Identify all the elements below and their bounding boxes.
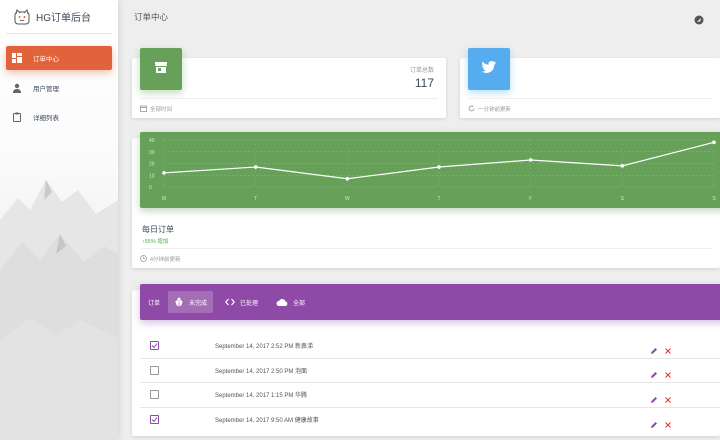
chart-footer: 4分钟前更新 [140,248,712,268]
sidebar-item-orders[interactable]: 订单中心 [6,46,112,70]
brand-title: HG订单后台 [36,13,91,24]
sidebar: HG订单后台 订单中心 用户管理 详细列表 [0,0,118,440]
person-icon [12,83,22,93]
chart-footer-text: 4分钟前更新 [150,256,181,263]
sidebar-item-users[interactable]: 用户管理 [6,77,112,99]
edit-icon[interactable] [650,391,658,403]
tab-all[interactable]: 全部 [270,291,311,313]
orders-card: 订单 未完成 已处理 全部 September 14, 2017 2:52 PM… [132,284,720,436]
x-tick-label: S [712,196,716,202]
close-icon[interactable] [664,366,672,379]
calendar-icon [140,105,147,112]
sidebar-item-label: 用户管理 [33,86,59,93]
page-title: 订单中心 [134,12,169,22]
brand[interactable]: HG订单后台 [6,0,112,34]
sidebar-nav: 订单中心 用户管理 详细列表 [0,34,118,128]
code-icon [225,297,236,307]
stat-footer: 一分钟前更新 [468,98,712,118]
store-icon [154,60,168,79]
x-tick-label: M [162,196,166,202]
clipboard-icon [12,112,22,122]
stat-icon-box [140,48,182,90]
stat-card-orders: 订单总数 117 全部时间 [132,48,446,118]
row-checkbox[interactable] [150,390,159,400]
data-point [437,165,441,169]
stat-icon-box [468,48,510,90]
sidebar-item-label: 订单中心 [33,56,59,63]
orders-label: 订单 [148,300,161,307]
edit-icon[interactable] [650,416,658,428]
data-point [528,158,533,162]
x-tick-label: W [345,196,350,202]
twitter-icon [482,60,496,78]
settings-icon[interactable] [694,12,704,25]
row-text: September 14, 2017 1:15 PM 华腾 [215,393,308,400]
y-tick-label: 40 [149,138,155,144]
stat-footer-text: 一分钟前更新 [478,106,512,113]
list-item: September 14, 2017 2:50 PM 泡面 [140,359,720,383]
brand-logo-icon [14,8,30,25]
data-point [712,140,716,145]
clock-icon [140,255,147,262]
stat-value: 117 [414,76,434,90]
list-item: September 14, 2017 2:52 PM 新鼻涕 [140,334,720,359]
row-text: September 14, 2017 2:52 PM 新鼻涕 [215,344,314,351]
stat-card-twitter: 一分钟前更新 [460,48,720,118]
edit-icon[interactable] [650,342,658,354]
close-icon[interactable] [664,342,672,354]
tab-label: 未完成 [189,300,208,307]
edit-icon[interactable] [650,366,658,379]
topbar: 订单中心 [118,0,720,34]
row-checkbox[interactable] [150,365,159,375]
orders-header: 订单 未完成 已处理 全部 [140,284,720,320]
sidebar-item-label: 详细列表 [33,115,59,122]
y-tick-label: 20 [149,162,155,168]
bug-icon [174,297,184,307]
stat-footer: 全部时间 [140,98,438,118]
data-point [162,171,166,175]
row-checkbox[interactable] [150,341,159,351]
stat-footer-text: 全部时间 [150,106,173,113]
close-icon[interactable] [664,416,672,428]
refresh-icon [468,105,475,112]
row-text: September 14, 2017 2:50 PM 泡面 [215,368,308,375]
y-tick-label: 0 [149,185,152,191]
sidebar-background-image [0,180,118,440]
list-item: September 14, 2017 9:50 AM 健康故事 [140,408,720,433]
tab-label: 已处理 [240,300,259,307]
tab-label: 全部 [293,300,306,307]
row-checkbox[interactable] [150,415,159,425]
daily-orders-card: 0 10 20 30 40 M T W T F S S 每日订单 ↑55% 增加 4分钟前更新 [132,132,720,268]
y-tick-label: 30 [149,150,155,156]
data-point [620,164,625,168]
chart-title: 每日订单 [142,225,174,234]
list-item: September 14, 2017 1:15 PM 华腾 [140,383,720,408]
x-tick-label: S [621,196,625,202]
cloud-icon [276,297,288,307]
data-point [345,176,350,181]
row-text: September 14, 2017 9:50 AM 健康故事 [215,418,319,425]
sidebar-item-details[interactable]: 详细列表 [6,106,112,128]
x-tick-label: T [254,196,257,202]
x-tick-label: F [529,196,532,202]
y-tick-label: 10 [149,173,155,179]
chart-subtitle: ↑55% 增加 [142,239,169,245]
tab-pending[interactable]: 未完成 [168,291,214,313]
tab-processed[interactable]: 已处理 [219,291,264,313]
chart-area: 0 10 20 30 40 M T W T F S S [140,132,720,208]
dashboard-icon [12,53,22,63]
orders-list: September 14, 2017 2:52 PM 新鼻涕 September… [140,334,720,432]
stat-label: 订单总数 [409,68,434,74]
line-chart: 0 10 20 30 40 M T W T F S S [149,138,716,202]
data-point [253,165,258,169]
x-tick-label: T [437,196,440,202]
close-icon[interactable] [664,391,672,403]
